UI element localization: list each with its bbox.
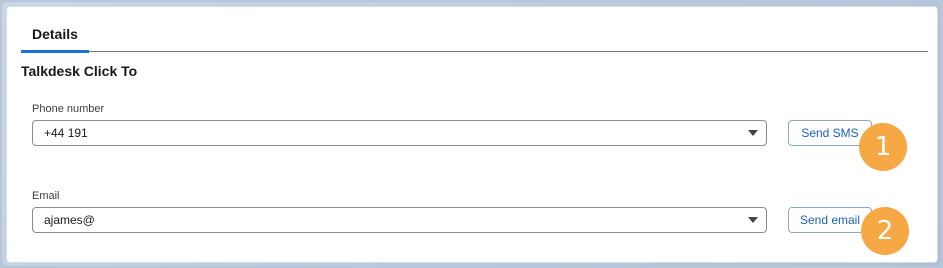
chevron-down-icon xyxy=(748,217,758,223)
details-card: Details Talkdesk Click To Phone number +… xyxy=(6,6,938,263)
phone-number-label: Phone number xyxy=(32,103,105,115)
tab-details-label: Details xyxy=(32,26,78,42)
screenshot-frame: Details Talkdesk Click To Phone number +… xyxy=(2,2,941,266)
email-select[interactable]: ajames@ xyxy=(32,207,767,233)
active-tab-indicator xyxy=(21,50,89,53)
section-title: Talkdesk Click To xyxy=(21,63,138,79)
step-badge-2: 2 xyxy=(861,207,909,255)
tab-bar: Details xyxy=(21,18,928,53)
tab-details[interactable]: Details xyxy=(21,18,89,53)
email-label: Email xyxy=(32,190,60,202)
email-value: ajames@ xyxy=(44,213,95,227)
step-badge-1: 1 xyxy=(859,123,907,171)
chevron-down-icon xyxy=(748,130,758,136)
phone-number-value: +44 191 xyxy=(44,126,88,140)
phone-number-select[interactable]: +44 191 xyxy=(32,120,767,146)
send-email-button[interactable]: Send email xyxy=(788,207,872,233)
